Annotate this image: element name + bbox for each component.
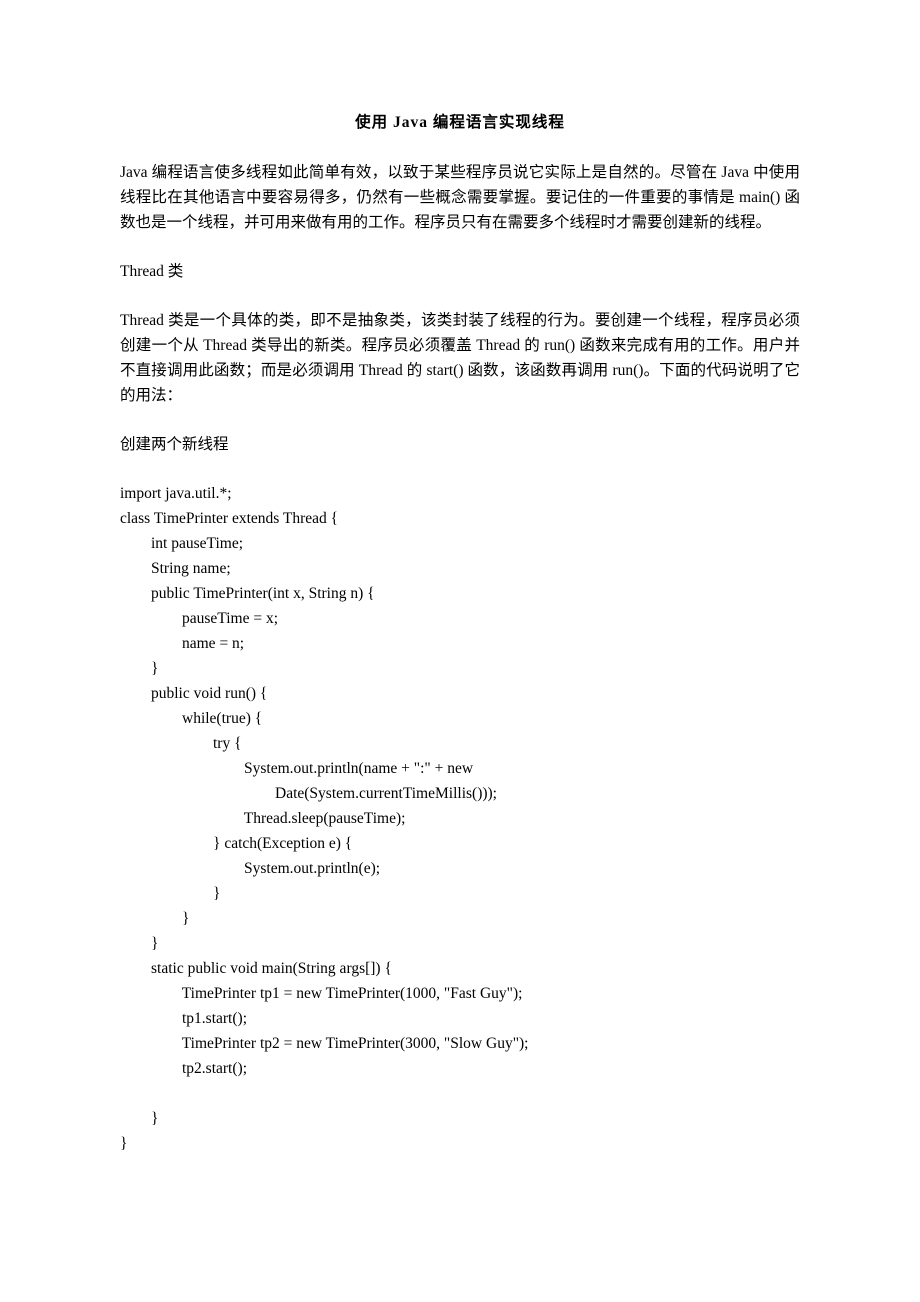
- code-line: }: [120, 885, 220, 902]
- code-line: try {: [120, 735, 242, 752]
- code-line: }: [120, 1110, 158, 1127]
- code-line: tp2.start();: [120, 1060, 247, 1077]
- thread-class-heading: Thread 类: [120, 259, 800, 284]
- code-line: } catch(Exception e) {: [120, 835, 352, 852]
- code-line: Date(System.currentTimeMillis()));: [120, 785, 497, 802]
- code-line: class TimePrinter extends Thread {: [120, 510, 338, 527]
- code-line: int pauseTime;: [120, 535, 243, 552]
- code-line: String name;: [120, 560, 231, 577]
- code-line: name = n;: [120, 635, 244, 652]
- code-line: pauseTime = x;: [120, 610, 278, 627]
- code-line: System.out.println(e);: [120, 860, 380, 877]
- code-line: import java.util.*;: [120, 485, 232, 502]
- code-line: TimePrinter tp2 = new TimePrinter(3000, …: [120, 1035, 529, 1052]
- code-line: Thread.sleep(pauseTime);: [120, 810, 405, 827]
- thread-word: Thread: [120, 263, 164, 280]
- code-line: static public void main(String args[]) {: [120, 960, 392, 977]
- code-line: while(true) {: [120, 710, 262, 727]
- code-line: tp1.start();: [120, 1010, 247, 1027]
- document-title: 使用 Java 编程语言实现线程: [120, 110, 800, 132]
- code-example: import java.util.*; class TimePrinter ex…: [120, 481, 800, 1156]
- create-two-threads-heading: 创建两个新线程: [120, 432, 800, 457]
- code-line: System.out.println(name + ":" + new: [120, 760, 473, 777]
- code-line: }: [120, 910, 189, 927]
- code-line: }: [120, 660, 158, 677]
- thread-class-paragraph: Thread 类是一个具体的类，即不是抽象类，该类封装了线程的行为。要创建一个线…: [120, 308, 800, 408]
- code-line: public void run() {: [120, 685, 267, 702]
- code-line: public TimePrinter(int x, String n) {: [120, 585, 375, 602]
- code-line: }: [120, 935, 158, 952]
- code-line: TimePrinter tp1 = new TimePrinter(1000, …: [120, 985, 522, 1002]
- code-line: }: [120, 1135, 127, 1152]
- intro-paragraph: Java 编程语言使多线程如此简单有效，以致于某些程序员说它实际上是自然的。尽管…: [120, 160, 800, 235]
- class-word: 类: [168, 263, 184, 280]
